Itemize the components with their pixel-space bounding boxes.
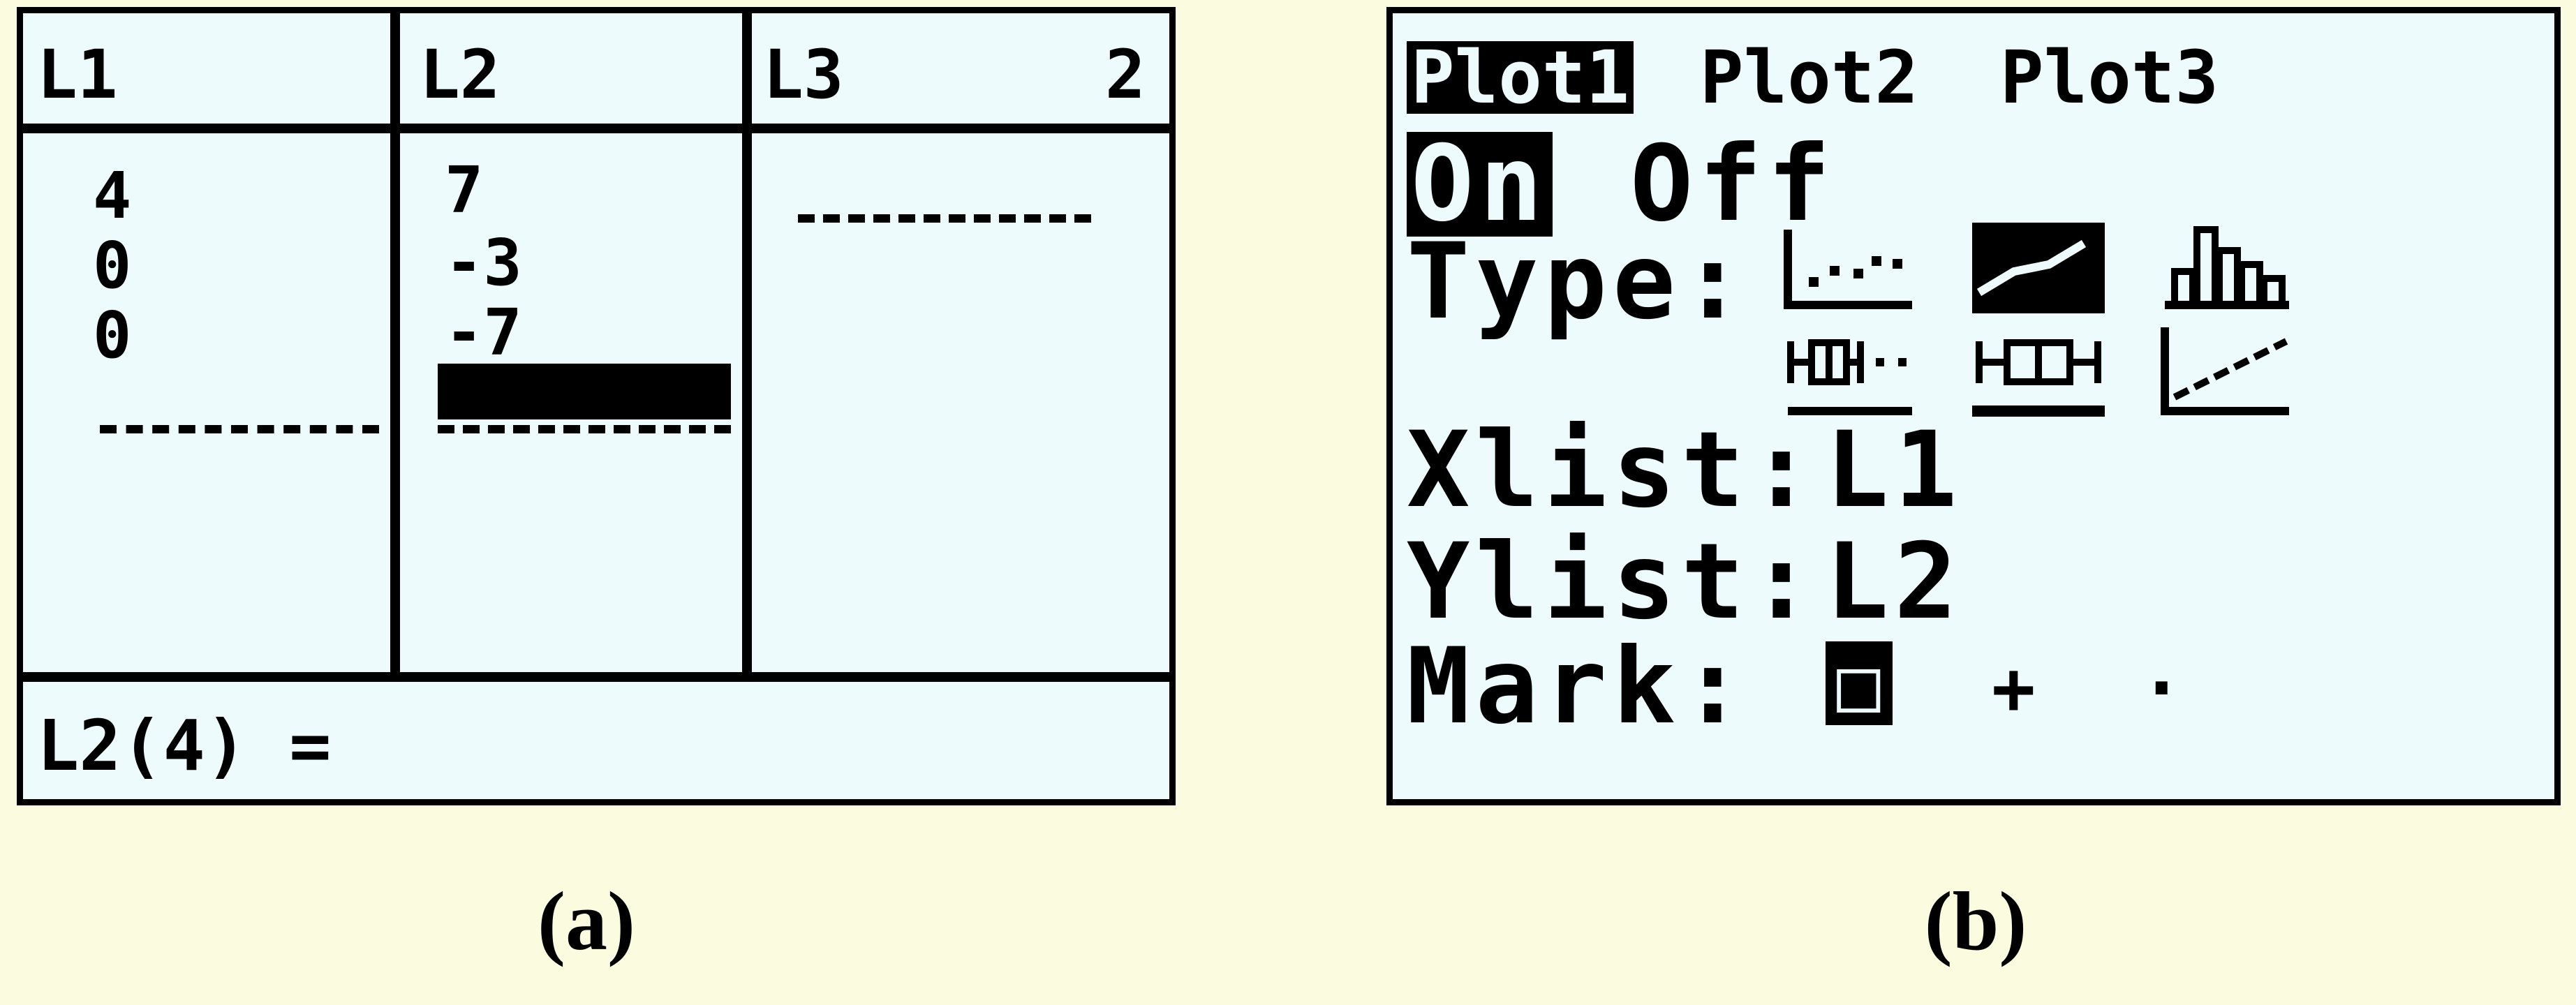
l2-cursor-cell[interactable] [438,364,731,419]
mark-option-square[interactable]: □ [1837,648,1881,721]
xyline-plot-icon[interactable] [1972,223,2105,313]
l1-cell-2[interactable]: 0 [93,234,131,298]
type-label: Type: [1407,221,1750,343]
l2-cell-1[interactable]: 7 [445,158,483,223]
ylist-label: Ylist: [1407,521,1819,643]
boxplot-icon[interactable] [1972,320,2105,418]
ylist-value[interactable]: L2 [1826,530,1963,634]
entry-divider [23,672,1169,682]
list-header-l3[interactable]: L3 [763,41,844,108]
l1-end-marker [100,425,379,433]
caption-a: (a) [538,874,635,967]
plot3-tab[interactable]: Plot3 [2000,41,2219,114]
l1-cell-3[interactable]: 0 [93,304,131,368]
l3-end-marker [798,214,1091,223]
mark-option-dot[interactable]: · [2140,652,2184,724]
histogram-icon[interactable] [2161,223,2293,313]
xlist-value[interactable]: L1 [1826,418,1963,523]
list-editor-screen: L1 L2 L3 2 4 0 0 7 -3 -7 L2(4) = [17,7,1176,805]
l2-end-marker [438,425,731,433]
l1-cell-1[interactable]: 4 [93,164,131,228]
modified-boxplot-icon[interactable] [1784,320,1916,418]
l2-cell-3[interactable]: -7 [445,301,522,365]
entry-line[interactable]: L2(4) = [37,711,331,781]
list-header-l2[interactable]: L2 [420,41,501,108]
caption-b: (b) [1924,874,2027,967]
column-divider-2 [742,13,752,673]
column-number: 2 [1105,36,1146,114]
column-divider-1 [390,13,400,673]
xlist-label: Xlist: [1407,410,1819,531]
plot1-tab[interactable]: Plot1 [1407,41,1634,114]
normal-probability-icon[interactable] [2161,320,2293,418]
scatter-plot-icon[interactable] [1784,223,1916,313]
plot2-tab[interactable]: Plot2 [1700,41,1918,114]
mark-option-plus[interactable]: + [1992,652,2036,724]
stat-plot-screen: Plot1 Plot2 Plot3 On Off Type: Xlist: L1… [1386,7,2561,805]
list-header-l1[interactable]: L1 [37,41,118,108]
mark-label: Mark: [1407,626,1750,747]
header-divider [23,124,1169,133]
l2-cell-2[interactable]: -3 [445,231,522,295]
